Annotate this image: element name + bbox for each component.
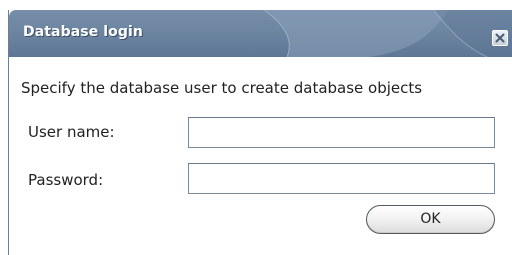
- title-bar[interactable]: Database login: [9, 10, 512, 57]
- window-title: Database login: [23, 24, 143, 40]
- instruction-text: Specify the database user to create data…: [21, 79, 423, 97]
- ok-button[interactable]: OK: [366, 205, 495, 234]
- user-name-label: User name:: [28, 123, 115, 141]
- password-input[interactable]: [188, 163, 495, 194]
- close-button[interactable]: [492, 30, 508, 46]
- close-icon: [495, 33, 505, 43]
- user-name-input[interactable]: [188, 117, 495, 148]
- password-label: Password:: [28, 171, 104, 189]
